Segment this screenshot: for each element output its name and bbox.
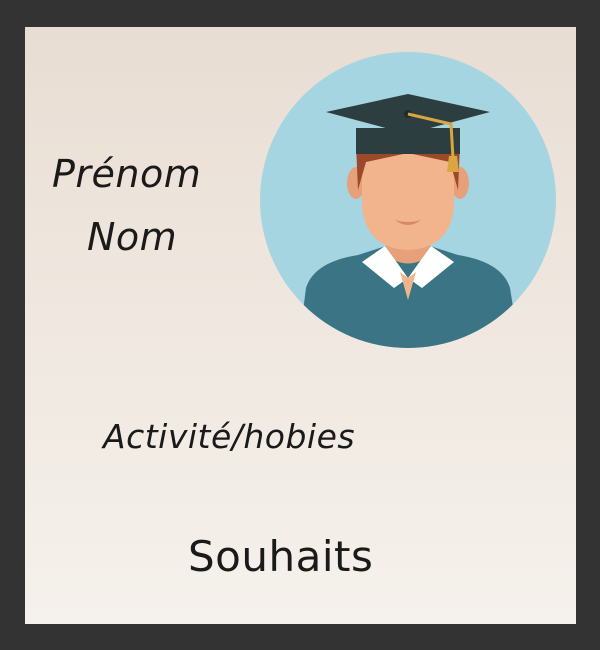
wishes-label: Souhaits	[188, 532, 374, 581]
graduate-avatar-icon	[260, 52, 556, 348]
last-name-label: Nom	[87, 215, 178, 259]
hobbies-label: Activité/hobies	[103, 417, 356, 456]
first-name-label: Prénom	[52, 152, 202, 196]
profile-card: Prénom Nom Activité/hobies Souhaits	[25, 27, 576, 624]
